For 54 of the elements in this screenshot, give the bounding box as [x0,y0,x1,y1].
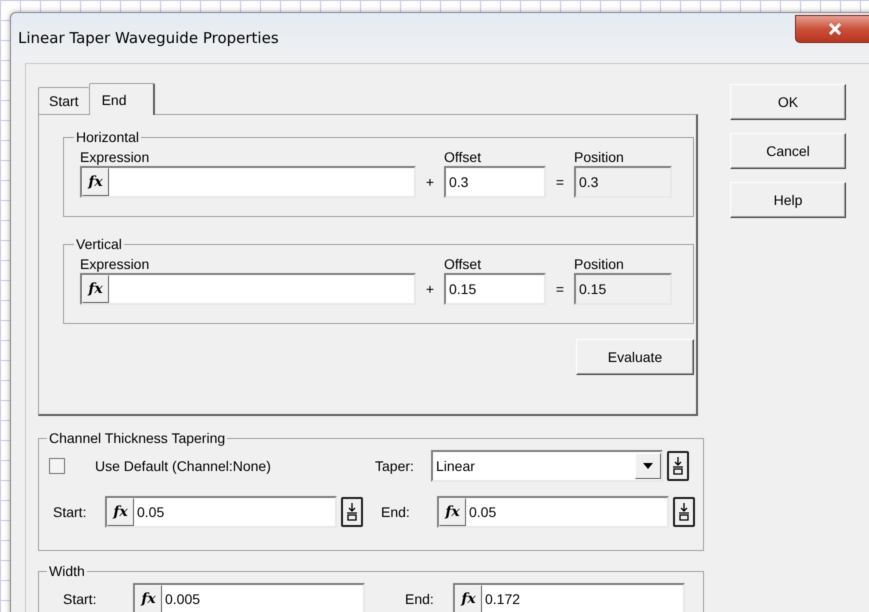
field-label: Start: [62,591,98,607]
close-icon [828,23,842,35]
group-title: Horizontal [75,129,140,145]
function-button[interactable]: fx [455,585,482,612]
function-button[interactable]: fx [439,498,466,526]
field-label: End: [404,591,435,607]
tab[interactable]: End [88,83,154,115]
field-label: Position [574,149,624,165]
field-label: Start: [53,504,88,520]
apply-button[interactable] [667,451,689,481]
group-title: Channel Thickness Tapering [48,430,226,446]
function-button[interactable]: fx [82,275,109,303]
evaluate-button[interactable]: Evaluate [576,339,694,375]
arrow-into-tray-icon [678,502,690,522]
position-field: 0.3 [574,166,672,198]
close-button[interactable] [795,15,869,43]
arrow-into-tray-icon [346,502,358,522]
field-label: Expression [80,256,150,272]
function-button[interactable]: fx [135,585,162,612]
start-field[interactable]: fx 0.005 [133,583,365,612]
checkbox-label: Use Default (Channel:None) [95,458,272,474]
tab[interactable]: Start [38,87,89,114]
field-label: End: [381,504,411,520]
expression-field[interactable]: fx [80,166,416,198]
field-label: Offset [444,256,482,272]
equals-sign: = [554,174,566,190]
field-label: Offset [444,149,482,165]
plus-sign: + [424,174,436,190]
dialog-button[interactable]: Help [730,182,846,218]
group-title: Width [48,563,86,579]
window-title: Linear Taper Waveguide Properties [18,29,279,47]
end-field[interactable]: fx 0.05 [437,496,669,528]
offset-field[interactable]: 0.3 [444,166,546,198]
apply-button[interactable] [673,497,695,527]
taper-dropdown[interactable]: Linear [431,450,663,482]
field-label: Position [574,256,624,272]
expression-field[interactable]: fx [80,273,416,305]
function-button[interactable]: fx [82,168,109,196]
position-field: 0.15 [574,273,672,305]
arrow-into-tray-icon [672,456,684,476]
dialog-button[interactable]: OK [730,84,846,120]
function-button[interactable]: fx [107,498,134,526]
plus-sign: + [424,281,436,297]
dialog-button[interactable]: Cancel [730,133,846,169]
caret-icon [643,463,653,469]
end-field[interactable]: fx 0.172 [453,583,685,612]
offset-field[interactable]: 0.15 [444,273,546,305]
field-label: Expression [80,149,150,165]
group-title: Vertical [75,236,123,252]
checkbox[interactable] [49,458,65,474]
field-label: Taper: [375,458,415,474]
apply-button[interactable] [341,497,363,527]
equals-sign: = [554,281,566,297]
start-field[interactable]: fx 0.05 [105,496,337,528]
